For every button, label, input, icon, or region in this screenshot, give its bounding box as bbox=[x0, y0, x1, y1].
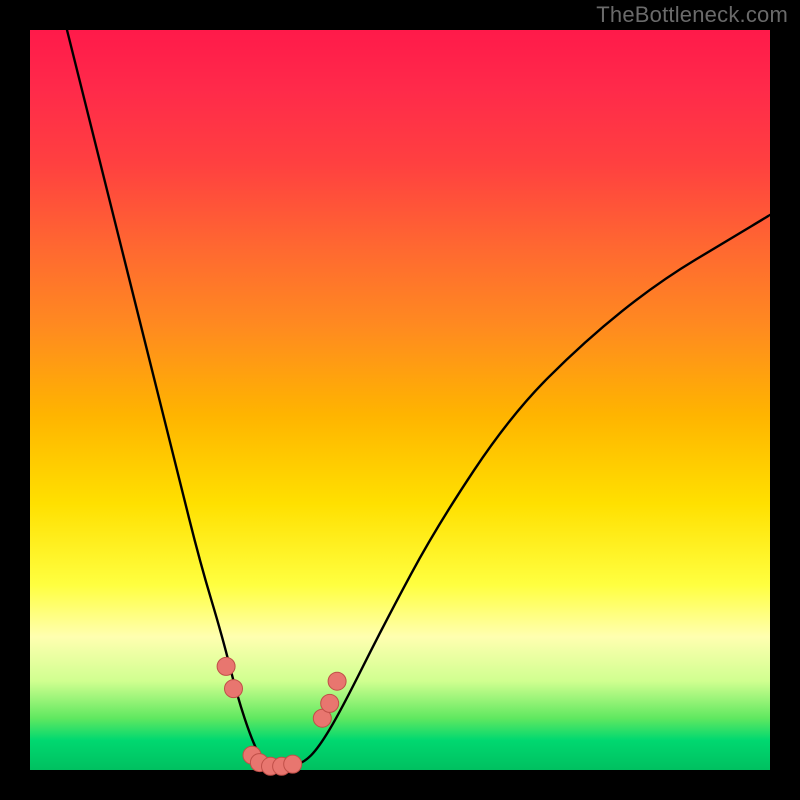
curve-marker bbox=[284, 755, 302, 773]
chart-svg bbox=[0, 0, 800, 800]
watermark-text: TheBottleneck.com bbox=[596, 2, 788, 28]
curve-marker bbox=[321, 694, 339, 712]
curve-markers bbox=[217, 657, 346, 775]
curve-marker bbox=[328, 672, 346, 690]
curve-marker bbox=[217, 657, 235, 675]
bottleneck-curve bbox=[67, 30, 770, 766]
curve-marker bbox=[225, 680, 243, 698]
chart-frame: TheBottleneck.com bbox=[0, 0, 800, 800]
